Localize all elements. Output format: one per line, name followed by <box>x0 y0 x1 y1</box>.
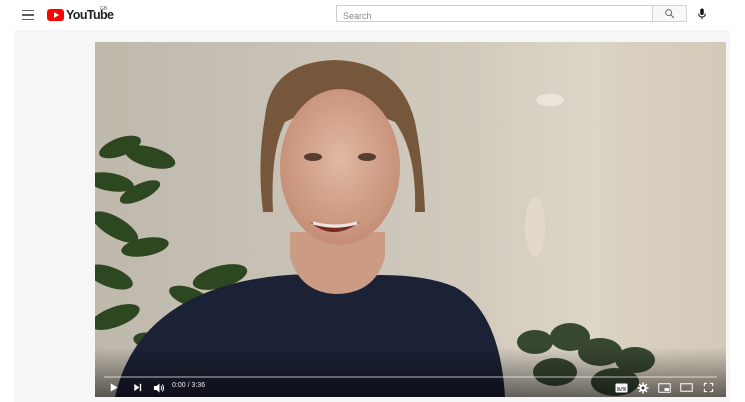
youtube-play-logo-icon <box>47 9 64 21</box>
search-box[interactable] <box>336 5 653 24</box>
play-icon <box>110 383 118 392</box>
search-input[interactable] <box>337 8 652 24</box>
video-frame[interactable] <box>95 42 726 397</box>
voice-search-button[interactable] <box>693 5 711 23</box>
miniplayer-button[interactable] <box>657 381 672 394</box>
masthead: YouTube GB <box>0 0 745 30</box>
progress-bar[interactable] <box>104 376 717 378</box>
gear-icon <box>637 382 649 393</box>
country-code: GB <box>100 6 108 12</box>
time-display: 0:00 / 3:36 <box>172 382 206 389</box>
fullscreen-button[interactable] <box>701 381 715 394</box>
subtitles-icon <box>615 383 628 392</box>
menu-bar <box>22 18 34 21</box>
hamburger-menu-icon[interactable] <box>19 6 37 24</box>
miniplayer-icon <box>658 382 671 393</box>
fullscreen-icon <box>703 382 713 393</box>
settings-button[interactable] <box>636 381 650 394</box>
play-button[interactable] <box>107 381 120 394</box>
video-player[interactable]: 0:00 / 3:36 <box>95 42 726 397</box>
next-button[interactable] <box>130 381 144 394</box>
next-icon <box>133 383 141 392</box>
theater-mode-button[interactable] <box>679 381 694 394</box>
controls-gradient <box>95 347 726 397</box>
theater-mode-icon <box>680 383 693 392</box>
menu-bar <box>22 14 34 16</box>
search-button[interactable] <box>652 5 687 22</box>
microphone-icon <box>698 8 706 20</box>
subtitles-button[interactable] <box>614 381 629 394</box>
volume-icon <box>153 383 164 392</box>
search-icon <box>665 9 675 19</box>
volume-button[interactable] <box>151 381 167 394</box>
menu-bar <box>22 9 34 12</box>
